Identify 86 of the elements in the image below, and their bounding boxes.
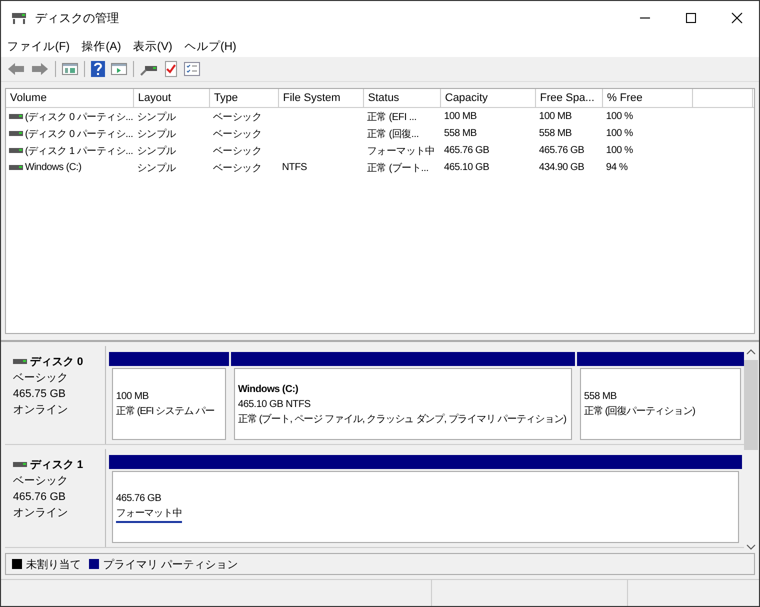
column-header[interactable]: Layout <box>134 89 210 107</box>
menu-item[interactable]: 表示(V) <box>133 38 172 54</box>
disk-type: ベーシック <box>13 371 69 386</box>
menu-item[interactable]: 操作(A) <box>82 38 122 54</box>
disk-name: ディスク 1 <box>30 458 84 473</box>
drive-icon <box>13 462 27 468</box>
partition-size: 100 MB <box>116 390 150 404</box>
partition-status: フォーマット中 <box>116 506 182 523</box>
maximize-icon[interactable] <box>685 12 697 24</box>
table-cell: 100 % <box>606 111 633 122</box>
drive-icon <box>13 359 27 365</box>
scrollbar[interactable] <box>744 346 758 553</box>
disk-type: ベーシック <box>13 474 69 489</box>
table-cell-text: (ディスク 0 パーティシ... <box>25 110 133 124</box>
column-header[interactable]: Type <box>210 89 279 107</box>
partition-block[interactable]: 465.76 GB フォーマット中 <box>112 471 739 543</box>
disk-info-panel[interactable]: ディスク 0 ベーシック 465.75 GB オンライン <box>5 346 106 444</box>
table-cell-text: ベーシック <box>213 162 262 174</box>
disk-size: 465.76 GB <box>13 490 67 505</box>
table-cell-text: フォーマット中 <box>367 144 435 158</box>
menu-item[interactable]: ヘルプ(H) <box>184 38 236 54</box>
drive-icon <box>9 114 23 120</box>
table-cell: 558 MB <box>444 128 477 139</box>
table-cell: Windows (C:) <box>25 162 82 173</box>
table-cell-text: ベーシック <box>213 144 262 158</box>
column-header[interactable]: % Free <box>603 89 693 107</box>
table-cell: 100 % <box>606 128 633 139</box>
table-cell-text: (ディスク 1 パーティシ... <box>25 144 133 158</box>
column-header[interactable]: File System <box>279 89 364 107</box>
forward-arrow-icon[interactable] <box>31 62 49 76</box>
partition-block[interactable]: 100 MB 正常 (EFI システム パー <box>112 368 226 440</box>
drive-icon <box>9 164 23 170</box>
column-header[interactable]: Free Spa... <box>536 89 603 107</box>
table-cell: 100 % <box>606 145 633 156</box>
partition-status: 正常 (回復パーティション) <box>584 404 696 419</box>
table-cell-text: 正常 (回復... <box>367 128 419 140</box>
scroll-up-icon[interactable] <box>746 348 756 356</box>
partition-name: Windows (C:) <box>238 382 300 396</box>
back-arrow-icon[interactable] <box>7 62 25 76</box>
partition-status: 正常 (EFI システム パー <box>116 404 214 419</box>
column-header[interactable]: Capacity <box>441 89 536 107</box>
table-cell-text: (ディスク 0 パーティシ... <box>25 128 133 140</box>
partition-size: 465.10 GB NTFS <box>238 398 312 412</box>
table-cell-text: ベーシック <box>213 110 262 124</box>
partition-block[interactable]: 558 MB 正常 (回復パーティション) <box>580 368 741 440</box>
disk-name: ディスク 0 <box>30 355 84 370</box>
legend-label: プライマリ パーティション <box>103 558 238 572</box>
table-cell-text: ベーシック <box>213 128 262 140</box>
table-cell: 465.10 GB <box>444 162 490 173</box>
drive-icon <box>9 130 23 136</box>
table-cell-text: シンプル <box>137 162 176 174</box>
table-cell-text: 正常 (EFI ... <box>367 110 416 124</box>
table-cell: NTFS <box>282 162 307 173</box>
menu-item[interactable]: ファイル(F) <box>7 38 70 54</box>
panel-icon[interactable] <box>111 62 127 76</box>
scroll-down-icon[interactable] <box>746 543 756 551</box>
table-cell: 465.76 GB <box>539 145 584 156</box>
table-cell-text: シンプル <box>137 144 176 158</box>
table-cell: 558 MB <box>539 128 572 139</box>
close-icon[interactable] <box>731 12 743 24</box>
partition-size: 558 MB <box>584 390 618 404</box>
partition-size: 465.76 GB <box>116 492 162 506</box>
partition-block[interactable]: Windows (C:) 465.10 GB NTFS 正常 (ブート, ページ ファイル, クラッシュ ダンプ, プライマリ パーティション) <box>234 368 572 440</box>
table-cell-text: 正常 (ブート... <box>367 162 428 174</box>
column-header[interactable]: Status <box>364 89 441 107</box>
disk-management-icon <box>11 11 27 25</box>
disk-status: オンライン <box>13 506 69 521</box>
panel-icon[interactable] <box>62 62 78 76</box>
table-cell: 94 % <box>606 162 628 173</box>
legend-label: 未割り当て <box>26 558 81 572</box>
disk-status: オンライン <box>13 403 69 418</box>
disk-size: 465.75 GB <box>13 387 67 402</box>
table-cell-text: シンプル <box>137 110 176 124</box>
document-check-icon[interactable] <box>164 61 178 77</box>
table-cell: 100 MB <box>444 111 477 122</box>
help-icon[interactable] <box>91 61 105 77</box>
table-cell-text: シンプル <box>137 128 176 140</box>
table-cell: 465.76 GB <box>444 145 490 156</box>
table-cell: 100 MB <box>539 111 572 122</box>
disk-info-panel[interactable]: ディスク 1 ベーシック 465.76 GB オンライン <box>5 449 106 547</box>
column-header[interactable]: Volume <box>6 89 134 107</box>
window-title: ディスクの管理 <box>35 10 119 26</box>
partition-status: 正常 (ブート, ページ ファイル, クラッシュ ダンプ, プライマリ パーティション) <box>238 412 566 426</box>
checklist-icon[interactable] <box>184 62 200 76</box>
table-cell: 434.90 GB <box>539 162 584 173</box>
drive-icon <box>9 148 23 154</box>
